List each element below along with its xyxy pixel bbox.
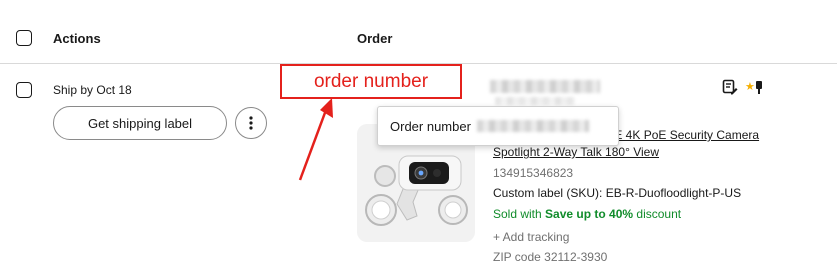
annotation-box: order number <box>280 64 462 99</box>
get-shipping-label-button[interactable]: Get shipping label <box>53 106 227 140</box>
more-actions-button[interactable] <box>235 107 267 139</box>
vertical-dots-icon <box>249 116 253 130</box>
add-tracking-link[interactable]: + Add tracking <box>493 230 569 244</box>
tooltip-redacted-value <box>476 120 589 132</box>
tooltip-label: Order number <box>390 118 471 134</box>
row-select-checkbox[interactable] <box>16 82 32 98</box>
sold-suffix: discount <box>633 207 682 221</box>
flag-icon[interactable] <box>755 79 763 95</box>
select-all-checkbox[interactable] <box>16 30 32 46</box>
order-column-header: Order <box>357 31 393 46</box>
annotation-arrow <box>298 98 333 181</box>
order-number-tooltip: Order number <box>377 106 619 146</box>
item-number: 134915346823 <box>493 166 574 180</box>
custom-label-sku: Custom label (SKU): EB-R-Duofloodlight-P… <box>493 186 742 200</box>
note-edit-icon[interactable] <box>722 79 738 95</box>
redacted-buyer-name <box>495 97 575 105</box>
item-title-line2[interactable]: Spotlight 2-Way Talk 180° View <box>493 145 659 159</box>
sold-prefix: Sold with <box>493 207 546 221</box>
redacted-order-number <box>490 80 600 93</box>
star-icon[interactable]: ★ <box>745 82 755 93</box>
sold-with-discount: Sold with Save up to 40% discount <box>493 207 681 221</box>
zip-code: ZIP code 32112-3930 <box>493 250 608 264</box>
ship-by-text: Ship by Oct 18 <box>53 83 132 97</box>
actions-column-header: Actions <box>53 31 101 46</box>
sold-emphasis: Save up to 40% <box>545 207 634 221</box>
